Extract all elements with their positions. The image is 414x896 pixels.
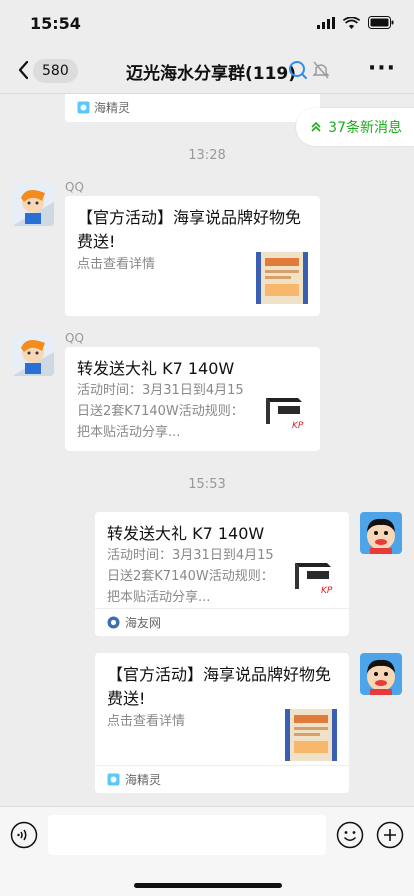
card-description: 点击查看详情	[107, 714, 186, 729]
card-description: 活动时间：3月31日到4月15日送2套K7140W活动规则：把本贴活动分享...	[77, 383, 244, 440]
unread-count-badge[interactable]: 580	[33, 59, 78, 83]
card-title: 转发送大礼 K7 140W	[77, 359, 235, 378]
avatar[interactable]	[360, 653, 402, 695]
more-options-icon[interactable]: ···	[368, 56, 396, 81]
svg-text:KP: KP	[321, 586, 333, 596]
double-chevron-up-icon	[311, 121, 321, 132]
card-source-label: 海精灵	[94, 101, 131, 115]
card-source-label: 海精灵	[125, 773, 162, 787]
message-card[interactable]: 【官方活动】海享说品牌好物免费送! 点击查看详情	[65, 196, 320, 316]
add-more-icon[interactable]	[376, 821, 404, 849]
card-description: 活动时间：3月31日到4月15日送2套K7140W活动规则：把本贴活动分享...	[107, 548, 274, 605]
card-title: 【官方活动】海享说品牌好物免费送!	[107, 665, 332, 708]
card-thumbnail: KP	[287, 549, 339, 601]
voice-input-icon[interactable]	[10, 821, 38, 849]
card-description: 点击查看详情	[77, 257, 156, 272]
card-source: 海友网	[95, 608, 349, 636]
mute-icon	[312, 61, 330, 79]
card-source: 海精灵	[95, 765, 349, 793]
sender-name: QQ	[65, 180, 84, 194]
message-card[interactable]: 海精灵	[65, 94, 320, 122]
message-card[interactable]: 转发送大礼 K7 140W 活动时间：3月31日到4月15日送2套K7140W活…	[65, 347, 320, 451]
message-card[interactable]: 【官方活动】海享说品牌好物免费送! 点击查看详情 海精灵	[95, 653, 349, 793]
timestamp: 15:53	[188, 477, 226, 492]
timestamp: 13:28	[188, 148, 226, 163]
source-app-icon	[107, 616, 120, 629]
svg-text:KP: KP	[292, 421, 304, 431]
message-card[interactable]: 转发送大礼 K7 140W 活动时间：3月31日到4月15日送2套K7140W活…	[95, 512, 349, 636]
card-thumbnail: KP	[258, 384, 310, 436]
source-app-icon	[77, 101, 90, 114]
message-input[interactable]	[48, 815, 326, 855]
status-time: 15:54	[30, 14, 81, 33]
message-list[interactable]: 海精灵 37条新消息 13:28 QQ 【官方活动】海享说品牌好物免费送! 点击…	[0, 94, 414, 806]
emoji-icon[interactable]	[336, 821, 364, 849]
card-thumbnail	[285, 709, 337, 761]
sender-name: QQ	[65, 331, 84, 345]
wifi-icon	[343, 16, 360, 29]
battery-icon	[368, 16, 394, 29]
card-title: 转发送大礼 K7 140W	[107, 524, 265, 543]
group-chat-icon	[289, 61, 307, 79]
avatar[interactable]	[12, 184, 54, 226]
chat-title[interactable]: 迈光海水分享群(119)	[126, 59, 296, 84]
home-indicator	[134, 883, 282, 888]
new-messages-button[interactable]: 37条新消息	[296, 108, 414, 146]
card-source-label: 海友网	[125, 616, 162, 630]
status-bar: 15:54	[0, 0, 414, 46]
card-source: 海精灵	[77, 99, 130, 116]
avatar[interactable]	[12, 334, 54, 376]
avatar[interactable]	[360, 512, 402, 554]
new-messages-label: 37条新消息	[328, 120, 402, 136]
chat-header: 580 迈光海水分享群(119) ···	[0, 46, 414, 94]
card-title: 【官方活动】海享说品牌好物免费送!	[77, 208, 302, 251]
source-app-icon	[107, 773, 120, 786]
signal-icon	[317, 16, 335, 29]
card-thumbnail	[256, 252, 308, 304]
